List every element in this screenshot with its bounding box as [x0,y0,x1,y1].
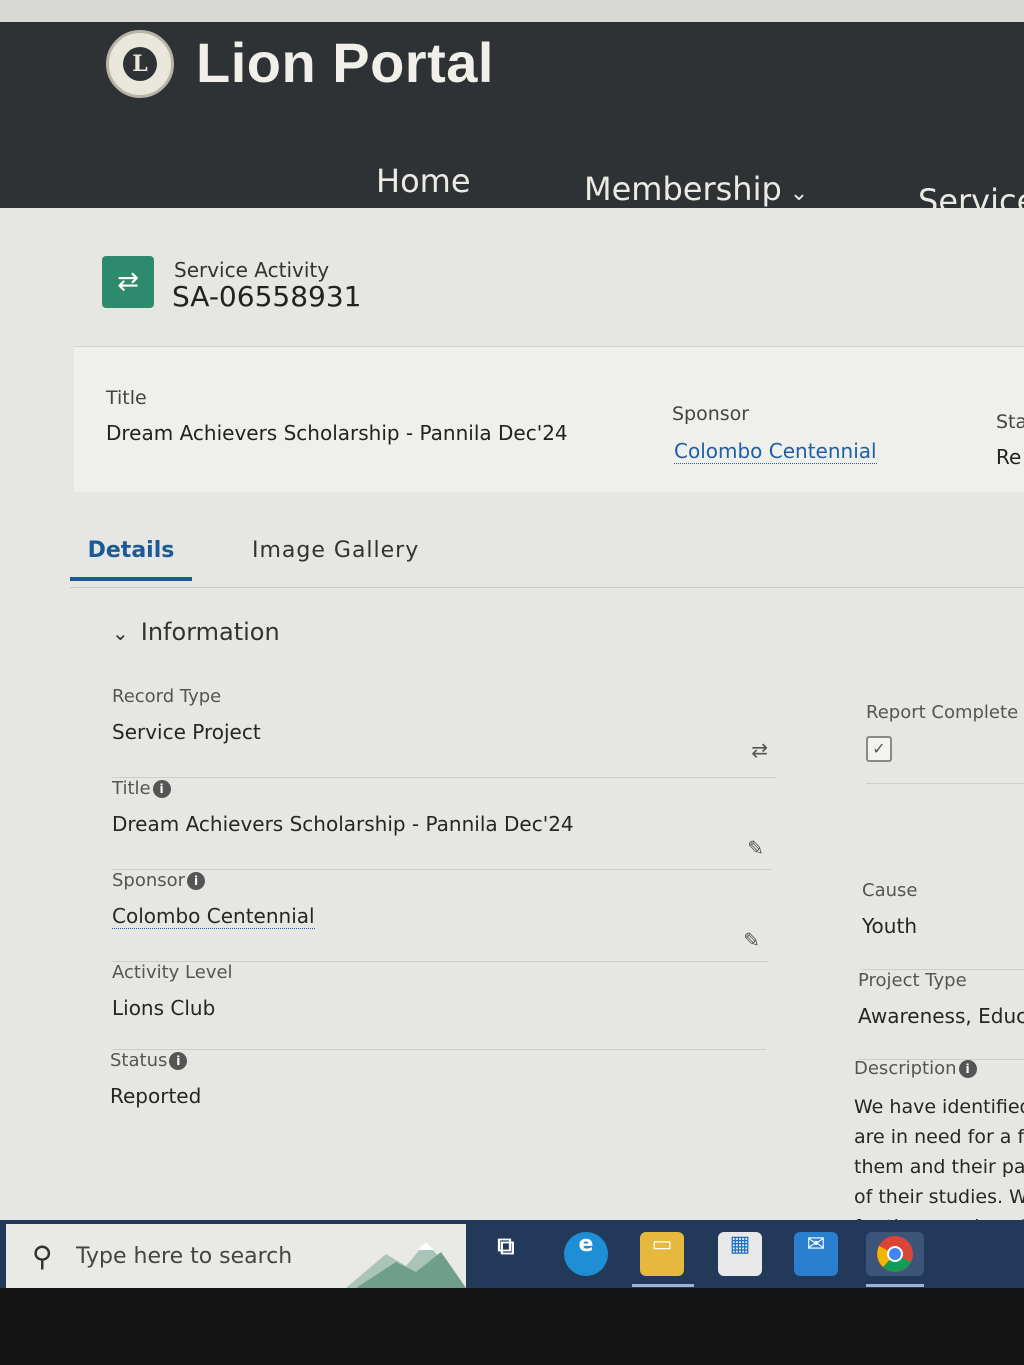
app-title[interactable]: Lion Portal [196,30,494,95]
information-section-header[interactable]: ⌄ Information [112,618,280,646]
chevron-down-icon: ⌄ [112,621,129,645]
title-label-wrap: Title i [112,778,171,799]
highlight-title-value: Dream Achievers Scholarship - Pannila De… [106,421,568,445]
field-sponsor: Sponsor i Colombo Centennial ✎ [112,870,768,962]
highlight-title-label: Title [106,387,147,409]
cause-value: Youth [862,914,917,938]
record-tabs: Details Image Gallery [70,528,1024,588]
search-icon: ⚲ [32,1240,53,1273]
title-value: Dream Achievers Scholarship - Pannila De… [112,812,574,836]
service-activity-icon: ⇄ [102,256,154,308]
mail-icon[interactable]: ✉ [794,1232,838,1276]
description-line: We have identified [854,1096,1024,1118]
status-label: Status [110,1050,168,1071]
status-value: Reported [110,1084,202,1108]
nav-membership-label: Membership [584,170,782,208]
chrome-browser-icon[interactable] [866,1232,924,1276]
highlight-status-label: Sta [996,411,1024,433]
active-app-indicator [632,1284,694,1287]
windows-taskbar: ⚲ Type here to search ⧉ e ▭ ▦ ✉ [0,1220,1024,1288]
record-id: SA-06558931 [172,280,362,313]
field-cause: Cause Youth [862,880,1024,970]
field-record-type: Record Type Service Project ⇄ [112,686,776,778]
highlight-status-value: Re [996,445,1022,469]
sponsor-label-wrap: Sponsor i [112,870,206,891]
highlight-sponsor-label: Sponsor [672,403,750,425]
nav-home[interactable]: Home [376,162,471,200]
project-type-value: Awareness, Educa [858,1004,1024,1028]
field-status: Status i Reported [110,1050,760,1138]
edit-pencil-icon[interactable]: ✎ [747,836,764,860]
description-label-wrap: Description i [854,1058,977,1079]
taskbar-search-box[interactable]: ⚲ Type here to search [6,1224,466,1288]
info-icon[interactable]: i [958,1060,977,1078]
object-label: Service Activity [174,258,330,282]
description-label: Description [854,1058,957,1079]
chrome-logo-icon [877,1236,913,1272]
field-description: Description i We have identified are in n… [854,1058,1024,1220]
edge-browser-icon[interactable]: e [564,1232,608,1276]
description-line: of their studies. W [854,1186,1024,1208]
logo-letter: L [123,47,157,81]
tab-details[interactable]: Details [70,538,192,581]
field-activity-level: Activity Level Lions Club [112,962,766,1050]
active-app-indicator [866,1284,924,1287]
nav-membership[interactable]: Membership ⌄ [584,170,808,208]
info-icon[interactable]: i [152,780,171,798]
sponsor-link[interactable]: Colombo Centennial [112,904,315,929]
activity-level-value: Lions Club [112,996,216,1020]
record-page: ⇄ Service Activity SA-06558931 Title Dre… [0,208,1024,1220]
microsoft-store-icon[interactable]: ▦ [718,1232,762,1276]
cause-label: Cause [862,880,918,901]
file-explorer-icon[interactable]: ▭ [640,1232,684,1276]
portal-header: L Lion Portal Home Membership⌄ Service [0,22,1024,220]
description-line: are in need for a fi [854,1126,1024,1148]
description-line: for them such as P [854,1212,1024,1220]
tab-image-gallery[interactable]: Image Gallery [252,538,419,577]
activity-level-label: Activity Level [112,962,233,983]
field-title: Title i Dream Achievers Scholarship - Pan… [112,778,772,870]
field-project-type: Project Type Awareness, Educa [858,970,1024,1060]
description-line: them and their pa [854,1156,1024,1178]
info-icon[interactable]: i [169,1052,188,1070]
task-view-icon[interactable]: ⧉ [484,1232,528,1276]
report-complete-label: Report Complete [866,702,1019,723]
section-title: Information [140,618,280,646]
search-highlight-mountain-icon [346,1242,466,1288]
record-type-value: Service Project [112,720,261,744]
report-complete-checkbox[interactable]: ✓ [866,736,892,762]
change-record-type-icon[interactable]: ⇄ [751,738,768,762]
info-icon[interactable]: i [187,872,206,890]
field-report-complete: Report Complete ✓ [866,702,1024,784]
edit-pencil-icon[interactable]: ✎ [743,928,760,952]
chevron-down-icon: ⌄ [789,181,809,206]
project-type-label: Project Type [858,970,967,991]
title-label: Title [112,778,151,799]
record-type-label: Record Type [112,686,222,707]
highlight-sponsor-link[interactable]: Colombo Centennial [674,439,877,464]
highlights-panel: Title Dream Achievers Scholarship - Pann… [74,346,1024,492]
taskbar-search-placeholder: Type here to search [76,1244,293,1269]
status-label-wrap: Status i [110,1050,188,1071]
description-text: We have identified are in need for a fi … [854,1092,1024,1220]
monitor-bezel-top [0,0,1024,24]
sponsor-label: Sponsor [112,870,186,891]
lions-logo-icon[interactable]: L [106,30,174,98]
monitor-bezel-bottom [0,1288,1024,1365]
